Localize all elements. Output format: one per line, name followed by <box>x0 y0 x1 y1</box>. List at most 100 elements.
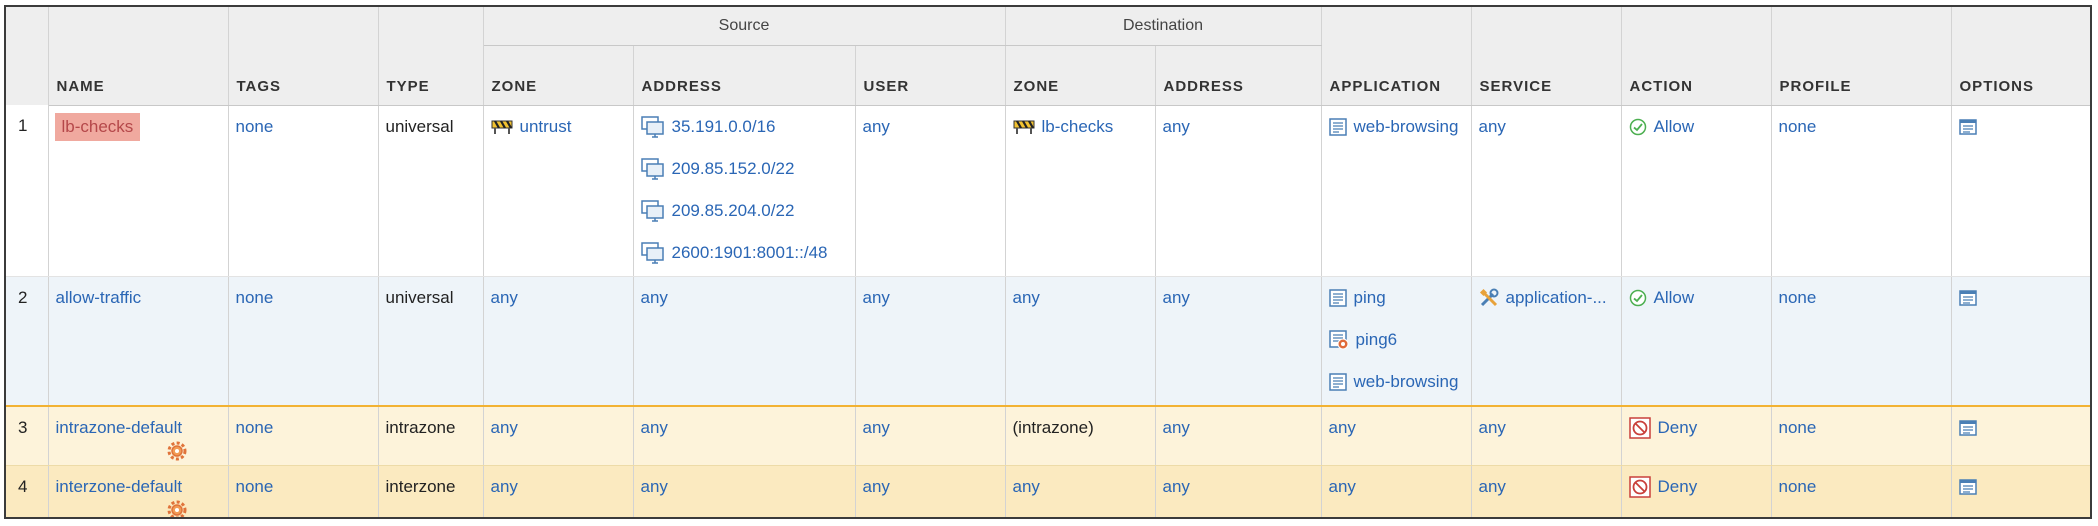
security-policy-table: NAME TAGS TYPE Source Destination APPLIC… <box>6 7 2090 517</box>
allow-check-icon <box>1629 118 1646 135</box>
rule-tags-link[interactable]: none <box>236 287 371 309</box>
options-icon[interactable] <box>1958 118 1977 135</box>
rule-type: universal <box>385 287 454 307</box>
profile-link[interactable]: none <box>1779 287 1944 309</box>
header-source-zone[interactable]: ZONE <box>483 45 634 106</box>
allow-check-icon <box>1629 289 1646 306</box>
header-index <box>6 7 49 105</box>
options-icon[interactable] <box>1958 420 1977 436</box>
source-user-link[interactable]: any <box>863 287 998 309</box>
header-tags[interactable]: TAGS <box>228 7 379 106</box>
application-link[interactable]: web-browsing <box>1354 117 1459 137</box>
default-rule-gear-icon <box>167 441 186 461</box>
rule-index: 2 <box>18 287 28 307</box>
rule-type: universal <box>385 116 454 136</box>
rule-name-link[interactable]: lb-checks <box>54 112 141 141</box>
service-tools-icon <box>1479 288 1499 306</box>
address-monitor-icon <box>640 241 664 264</box>
address-monitor-icon <box>640 199 664 222</box>
header-group-source: Source <box>483 7 1006 46</box>
header-options[interactable]: OPTIONS <box>1951 7 2090 106</box>
destination-zone-link[interactable]: any <box>1013 287 1148 309</box>
profile-link[interactable]: none <box>1779 476 1944 498</box>
source-address-link[interactable]: any <box>641 417 848 439</box>
options-icon[interactable] <box>1958 478 1977 495</box>
address-monitor-icon <box>640 157 664 180</box>
header-destination-zone[interactable]: ZONE <box>1005 45 1156 106</box>
zone-barrier-icon <box>491 119 512 134</box>
application-link[interactable]: web-browsing <box>1354 372 1459 392</box>
rule-tags-link[interactable]: none <box>236 476 371 498</box>
header-source-address[interactable]: ADDRESS <box>633 45 856 106</box>
source-address-link[interactable]: 2600:1901:8001::/48 <box>672 243 828 263</box>
default-rule-gear-icon <box>167 500 186 517</box>
header-source-user[interactable]: USER <box>855 45 1006 106</box>
service-link[interactable]: any <box>1479 116 1614 138</box>
source-zone-link[interactable]: any <box>491 417 626 439</box>
application-override-icon <box>1328 329 1349 349</box>
application-link[interactable]: any <box>1329 476 1464 498</box>
rule-name-link[interactable]: interzone-default <box>56 476 221 498</box>
rule-index: 1 <box>18 116 28 135</box>
source-user-link[interactable]: any <box>863 417 998 439</box>
action-allow[interactable]: Allow <box>1654 117 1695 137</box>
rule-tags-link[interactable]: none <box>236 116 371 138</box>
deny-block-icon <box>1628 417 1651 439</box>
source-zone-link[interactable]: any <box>491 287 626 309</box>
table-row[interactable]: 2 allow-traffic none universal any any a… <box>6 276 2090 407</box>
rule-name-link[interactable]: allow-traffic <box>56 287 221 309</box>
header-application[interactable]: APPLICATION <box>1321 7 1472 106</box>
application-link[interactable]: ping6 <box>1356 330 1398 350</box>
application-icon <box>1328 288 1347 307</box>
source-address-link[interactable]: any <box>641 287 848 309</box>
rule-tags-link[interactable]: none <box>236 417 371 439</box>
security-policy-table-frame: NAME TAGS TYPE Source Destination APPLIC… <box>4 5 2092 519</box>
service-link[interactable]: any <box>1479 476 1614 498</box>
destination-zone-link[interactable]: lb-checks <box>1042 117 1114 137</box>
profile-link[interactable]: none <box>1779 417 1944 439</box>
source-user-link[interactable]: any <box>863 476 998 498</box>
rule-type: intrazone <box>385 418 456 437</box>
action-deny[interactable]: Deny <box>1658 477 1698 497</box>
application-link[interactable]: any <box>1329 417 1464 439</box>
header-destination-address[interactable]: ADDRESS <box>1155 45 1322 106</box>
source-address-link[interactable]: 35.191.0.0/16 <box>672 117 776 137</box>
destination-address-link[interactable]: any <box>1163 476 1314 498</box>
source-address-link[interactable]: any <box>641 476 848 498</box>
source-user-link[interactable]: any <box>863 116 998 138</box>
destination-address-link[interactable]: any <box>1163 417 1314 439</box>
source-address-link[interactable]: 209.85.204.0/22 <box>672 201 795 221</box>
zone-barrier-icon <box>1013 119 1034 134</box>
application-icon <box>1328 117 1347 136</box>
header-name[interactable]: NAME <box>48 7 229 106</box>
source-address-link[interactable]: 209.85.152.0/22 <box>672 159 795 179</box>
action-allow[interactable]: Allow <box>1654 288 1695 308</box>
profile-link[interactable]: none <box>1779 116 1944 138</box>
destination-zone-link[interactable]: any <box>1013 476 1148 498</box>
address-monitor-icon <box>640 115 664 138</box>
source-zone-link[interactable]: any <box>491 476 626 498</box>
destination-address-link[interactable]: any <box>1163 116 1314 138</box>
rule-type: interzone <box>385 476 456 496</box>
deny-block-icon <box>1628 475 1651 498</box>
application-icon <box>1328 372 1347 391</box>
rule-index: 4 <box>18 476 28 496</box>
service-link[interactable]: any <box>1479 417 1614 439</box>
rule-index: 3 <box>18 418 28 437</box>
table-row[interactable]: 4 interzone-default none interzone any a… <box>6 465 2090 517</box>
rule-name-link[interactable]: intrazone-default <box>56 417 221 439</box>
destination-address-link[interactable]: any <box>1163 287 1314 309</box>
header-action[interactable]: ACTION <box>1621 7 1772 106</box>
header-profile[interactable]: PROFILE <box>1771 7 1952 106</box>
service-link[interactable]: application-... <box>1506 288 1607 308</box>
action-deny[interactable]: Deny <box>1658 418 1698 438</box>
source-zone-link[interactable]: untrust <box>520 117 572 137</box>
header-service[interactable]: SERVICE <box>1471 7 1622 106</box>
table-row[interactable]: 1 lb-checks none universal untrust 35.19… <box>6 105 2090 277</box>
header-type[interactable]: TYPE <box>378 7 484 106</box>
destination-zone: (intrazone) <box>1012 418 1094 437</box>
application-link[interactable]: ping <box>1354 288 1386 308</box>
header-group-destination: Destination <box>1005 7 1322 46</box>
table-row[interactable]: 3 intrazone-default none intrazone any a… <box>6 406 2090 466</box>
options-icon[interactable] <box>1958 289 1977 306</box>
